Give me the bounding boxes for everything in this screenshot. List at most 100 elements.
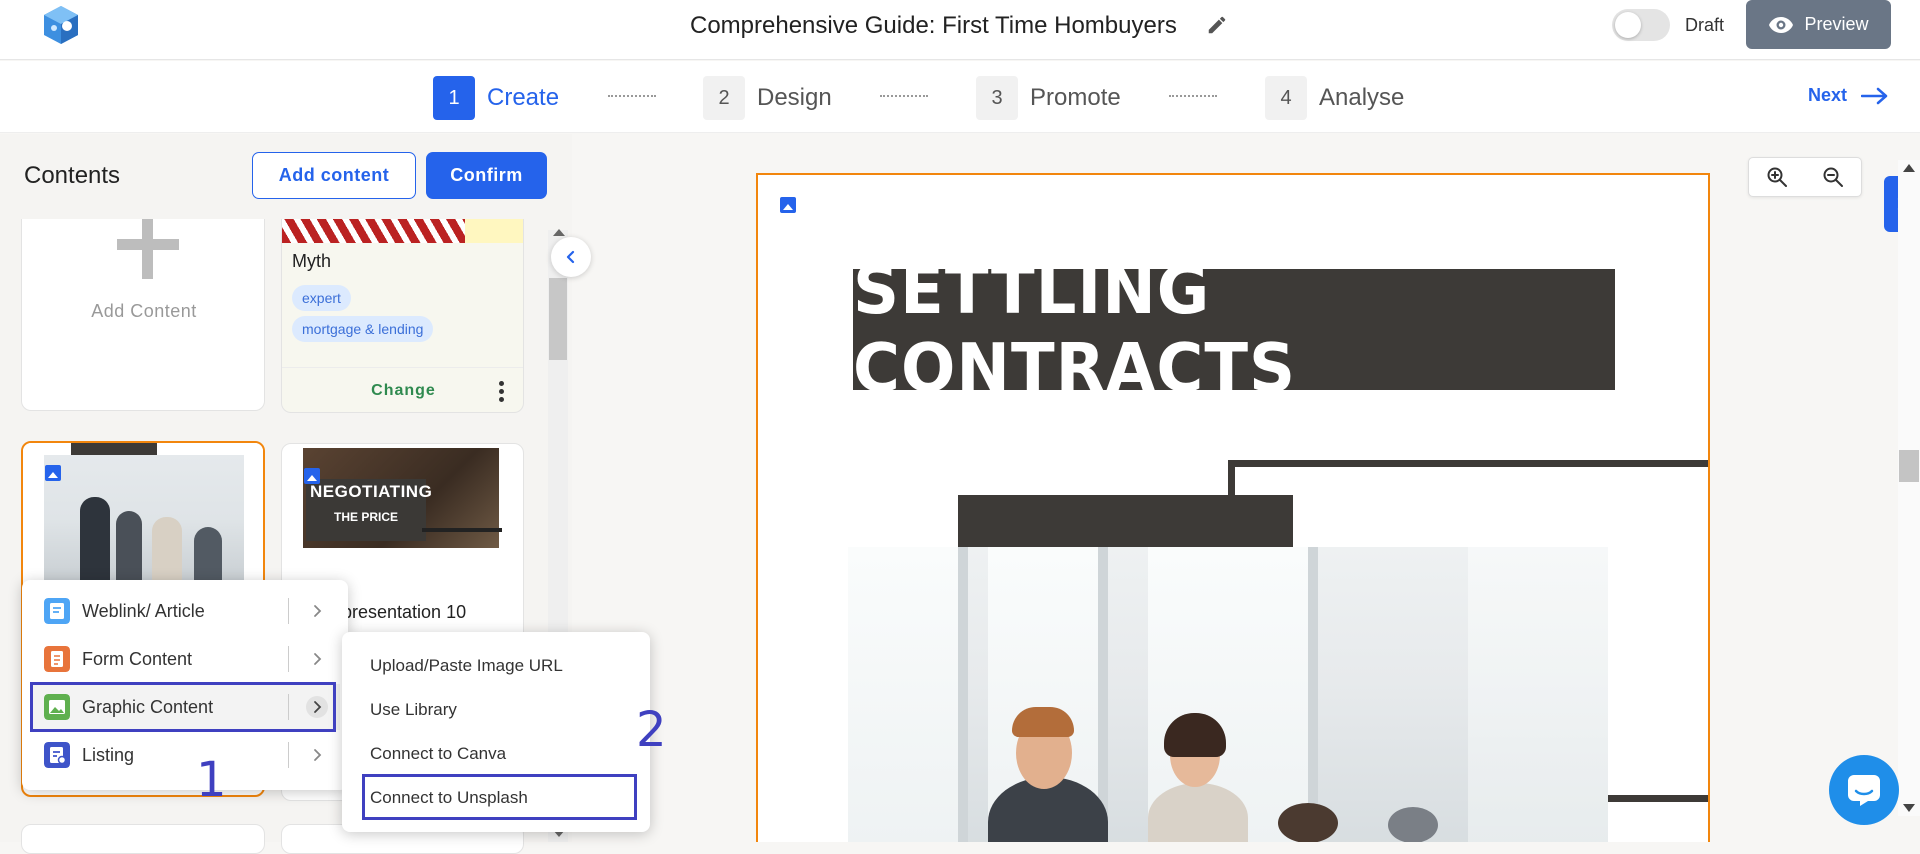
window-pane	[1468, 547, 1608, 842]
decorative-line	[1608, 795, 1708, 802]
zoom-out-icon	[1823, 167, 1843, 187]
step-divider	[880, 95, 928, 97]
submenu-use-library[interactable]: Use Library	[370, 700, 457, 720]
step-navigation: 1 Create 2 Design 3 Promote 4 Analyse Ne…	[0, 61, 1920, 133]
content-card[interactable]	[21, 824, 265, 854]
preview-button[interactable]: Preview	[1746, 0, 1891, 49]
step-label: Create	[487, 84, 560, 111]
slide-photo[interactable]	[848, 547, 1608, 842]
content-card-myth[interactable]: Myth expert mortgage & lending Change	[281, 219, 524, 413]
contents-header: Contents Add content Confirm	[0, 134, 572, 219]
annotation-highlight-2	[362, 774, 637, 820]
window-pane	[848, 547, 968, 842]
slide-title: SETTLING CONTRACTS	[853, 251, 1297, 408]
canvas-scrollbar[interactable]	[1898, 160, 1920, 816]
add-content-label: Add Content	[91, 301, 197, 321]
contents-scroll-thumb[interactable]	[549, 278, 567, 360]
step-divider	[608, 95, 656, 97]
decorative-line	[1228, 460, 1235, 498]
zoom-in-icon	[1767, 167, 1787, 187]
menu-item-label: Form Content	[82, 649, 193, 669]
step-create[interactable]: 1 Create	[433, 76, 559, 120]
image-icon	[780, 197, 796, 213]
menu-item-label: Listing	[82, 745, 135, 765]
tag-badge: mortgage & lending	[292, 316, 434, 342]
thumbnail-photo	[44, 455, 244, 583]
slide-title-box[interactable]: SETTLING CONTRACTS	[853, 251, 1615, 408]
menu-item-form-content[interactable]: Form Content	[30, 636, 340, 682]
card-thumbnail	[23, 443, 263, 583]
submenu-connect-canva[interactable]: Connect to Canva	[370, 744, 506, 764]
toggle-knob	[1615, 12, 1641, 38]
menu-item-listing[interactable]: Listing	[30, 732, 340, 778]
tag-badge: expert	[292, 285, 351, 311]
card-thumbnail	[282, 219, 523, 243]
document-title: Comprehensive Guide: First Time Hombuyer…	[690, 12, 1177, 39]
draft-toggle[interactable]	[1612, 9, 1670, 41]
annotation-number-2: 2	[636, 702, 667, 758]
chevron-right-icon[interactable]	[306, 648, 328, 670]
confirm-button[interactable]: Confirm	[426, 152, 547, 199]
scroll-up-arrow[interactable]	[1903, 164, 1915, 172]
submenu-upload-image-url[interactable]: Upload/Paste Image URL	[370, 656, 563, 676]
divider	[288, 742, 289, 768]
zoom-in-button[interactable]	[1749, 158, 1805, 196]
chevron-right-icon[interactable]	[306, 744, 328, 766]
card-title: presentation 10	[342, 602, 467, 622]
annotation-highlight-1	[30, 682, 336, 732]
zoom-controls	[1748, 157, 1862, 197]
add-content-card[interactable]: Add Content	[21, 219, 265, 411]
chevron-left-icon	[566, 250, 575, 264]
thumbnail-title-block	[71, 443, 157, 455]
thumbnail-subheading: THE PRICE	[334, 510, 399, 524]
edit-title-icon[interactable]	[1206, 14, 1228, 36]
chat-support-button[interactable]	[1829, 755, 1899, 825]
step-label: Design	[757, 84, 832, 111]
person-head	[1388, 807, 1438, 842]
contents-title: Contents	[24, 162, 121, 189]
eye-icon	[1769, 16, 1794, 33]
menu-item-weblink[interactable]: Weblink/ Article	[30, 588, 340, 634]
step-analyse[interactable]: 4 Analyse	[1265, 76, 1404, 120]
divider	[288, 598, 289, 624]
slide-canvas[interactable]: SETTLING CONTRACTS	[756, 173, 1710, 842]
listing-icon	[44, 742, 70, 768]
step-design[interactable]: 2 Design	[703, 76, 832, 120]
person-head	[1278, 803, 1338, 842]
image-icon	[45, 465, 61, 481]
next-button[interactable]: Next	[1808, 85, 1889, 106]
step-number: 4	[1265, 76, 1307, 120]
collapse-panel-button[interactable]	[551, 237, 591, 277]
step-number: 2	[703, 76, 745, 120]
annotation-number-1: 1	[196, 752, 227, 808]
decorative-line	[422, 528, 502, 532]
canvas-scroll-thumb[interactable]	[1899, 450, 1919, 482]
change-button[interactable]: Change	[282, 382, 523, 400]
chat-icon	[1848, 775, 1880, 806]
draft-label: Draft	[1685, 15, 1725, 35]
zoom-out-button[interactable]	[1805, 158, 1861, 196]
add-content-button[interactable]: Add content	[252, 152, 416, 199]
top-bar: Comprehensive Guide: First Time Hombuyer…	[0, 0, 1920, 60]
decorative-line	[1228, 460, 1708, 467]
plus-icon	[112, 219, 184, 289]
card-title: Myth	[292, 251, 332, 271]
person-hair	[1012, 707, 1074, 737]
more-options-icon[interactable]	[496, 378, 508, 404]
step-label: Analyse	[1319, 84, 1405, 111]
app-logo[interactable]	[40, 4, 82, 46]
chevron-right-icon[interactable]	[306, 600, 328, 622]
step-promote[interactable]: 3 Promote	[976, 76, 1121, 120]
scroll-up-arrow[interactable]	[553, 229, 565, 236]
divider	[288, 646, 289, 672]
step-divider	[1169, 95, 1217, 97]
step-number: 3	[976, 76, 1018, 120]
image-icon	[304, 468, 320, 484]
preview-label: Preview	[1804, 14, 1869, 34]
menu-item-label: Weblink/ Article	[82, 601, 205, 621]
arrow-right-icon	[1861, 87, 1888, 104]
step-label: Promote	[1030, 84, 1121, 111]
decorative-block	[958, 495, 1293, 547]
card-footer: Change	[282, 367, 523, 412]
scroll-down-arrow[interactable]	[1903, 804, 1915, 812]
